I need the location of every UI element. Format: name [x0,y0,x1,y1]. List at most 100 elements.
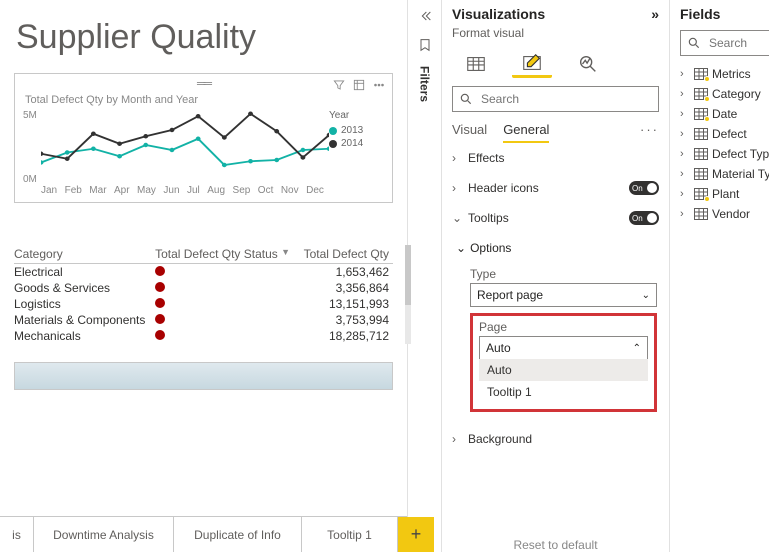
tab-visual[interactable]: Visual [452,122,487,143]
page-tabs: is Downtime Analysis Duplicate of Info T… [0,516,407,552]
table-row[interactable]: Mechanicals18,285,712 [14,328,393,344]
legend-item[interactable]: 2014 [329,138,384,149]
expand-icon[interactable]: » [651,6,659,22]
reset-to-default[interactable]: Reset to default [452,532,659,552]
collapse-icon[interactable] [417,8,433,27]
section-background[interactable]: ›Background [452,424,659,454]
field-table[interactable]: ›Vendor [680,204,769,224]
table-row[interactable]: Electrical1,653,462 [14,264,393,281]
more-icon[interactable] [372,78,386,95]
chevron-right-icon: › [680,168,690,180]
col-header[interactable]: Total Defect Qty [300,245,393,264]
toggle-tooltips[interactable]: On [629,211,659,225]
table-icon [694,208,708,220]
page-label: Page [479,320,648,334]
filters-collapsed-rail[interactable]: Filters [408,0,442,552]
fields-search[interactable] [680,30,769,56]
page-dropdown[interactable]: Auto⌃ [479,336,648,360]
search-icon [459,92,473,106]
field-table[interactable]: ›Defect [680,124,769,144]
x-tick: Feb [65,185,82,196]
x-tick: Jan [41,185,57,196]
tab-tooltip1[interactable]: Tooltip 1 [302,517,398,552]
drag-handle-icon[interactable]: ══ [197,76,210,90]
table-row[interactable]: Materials & Components3,753,994 [14,312,393,328]
legend-title: Year [329,110,384,121]
status-dot [155,266,165,276]
visualizations-pane: Visualizations » Format visual Visual Ge… [442,0,670,552]
table-visual[interactable]: Category Total Defect Qty Status ▼ Total… [14,245,393,344]
search-icon [687,36,701,50]
map-visual[interactable] [14,362,393,390]
chevron-right-icon: › [680,108,690,120]
type-dropdown[interactable]: Report page⌄ [470,283,657,307]
field-table[interactable]: ›Plant [680,184,769,204]
format-search-input[interactable] [479,91,652,107]
chevron-down-icon: ⌄ [452,211,464,225]
status-dot [155,282,165,292]
fields-pane: Fields ›Metrics›Category›Date›Defect›Def… [670,0,769,552]
format-search[interactable] [452,86,659,112]
fields-search-input[interactable] [707,35,769,51]
x-axis: JanFebMarAprMayJunJulAugSepOctNovDec [41,185,324,196]
y-tick: 5M [23,110,37,121]
focus-icon[interactable] [352,78,366,95]
x-tick: Jul [187,185,200,196]
dropdown-option-tooltip1[interactable]: Tooltip 1 [479,381,648,403]
more-icon[interactable]: ··· [640,122,659,143]
format-visual-icon[interactable] [512,50,552,78]
field-table[interactable]: ›Defect Type [680,144,769,164]
field-table[interactable]: ›Metrics [680,64,769,84]
chevron-right-icon: › [680,148,690,160]
report-canvas: Supplier Quality ══ Total Defect Qty by … [0,0,408,552]
field-table[interactable]: ›Material Type [680,164,769,184]
chevron-right-icon: › [452,432,464,446]
col-header[interactable]: Total Defect Qty Status ▼ [155,245,300,264]
status-dot [155,298,165,308]
tab-downtime[interactable]: Downtime Analysis [34,517,174,552]
chevron-right-icon: › [680,208,690,220]
chevron-right-icon: › [452,181,464,195]
field-table[interactable]: ›Category [680,84,769,104]
pane-subtitle: Format visual [452,26,659,40]
chevron-down-icon: ⌄ [456,241,466,255]
scrollbar[interactable] [405,245,411,344]
x-tick: Mar [89,185,106,196]
status-dot [155,314,165,324]
fields-list: ›Metrics›Category›Date›Defect›Defect Typ… [680,64,769,224]
table-row[interactable]: Goods & Services3,356,864 [14,280,393,296]
section-effects[interactable]: ›Effects [452,143,659,173]
chevron-right-icon: › [680,68,690,80]
dropdown-option-auto[interactable]: Auto [479,359,648,381]
x-tick: Aug [207,185,225,196]
legend-item[interactable]: 2013 [329,125,384,136]
section-options[interactable]: ⌄Options [470,235,657,261]
build-visual-icon[interactable] [456,50,496,78]
tab-cut[interactable]: is [0,517,34,552]
table-row[interactable]: Logistics13,151,993 [14,296,393,312]
toggle-header[interactable]: On [629,181,659,195]
field-table[interactable]: ›Date [680,104,769,124]
tab-duplicate[interactable]: Duplicate of Info [174,517,302,552]
chevron-right-icon: › [452,151,464,165]
section-tooltips[interactable]: ⌄TooltipsOn [452,203,659,233]
line-chart-visual[interactable]: ══ Total Defect Qty by Month and Year 5M… [14,73,393,203]
x-tick: Dec [306,185,324,196]
tab-general[interactable]: General [503,122,549,143]
x-tick: Sep [233,185,251,196]
bookmark-icon[interactable] [417,37,433,56]
type-label: Type [470,267,657,281]
table-body: Electrical1,653,462Goods & Services3,356… [14,264,393,345]
page-title: Supplier Quality [0,0,407,67]
x-tick: Jun [163,185,179,196]
section-header-icons[interactable]: ›Header iconsOn [452,173,659,203]
chevron-right-icon: › [680,188,690,200]
table-icon [694,168,708,180]
pane-title: Visualizations [452,6,545,22]
analytics-icon[interactable] [568,50,608,78]
col-header[interactable]: Category [14,245,155,264]
x-tick: Apr [114,185,130,196]
chart-plot [41,110,329,185]
tab-add[interactable]: + [398,517,434,552]
filter-icon[interactable] [332,78,346,95]
